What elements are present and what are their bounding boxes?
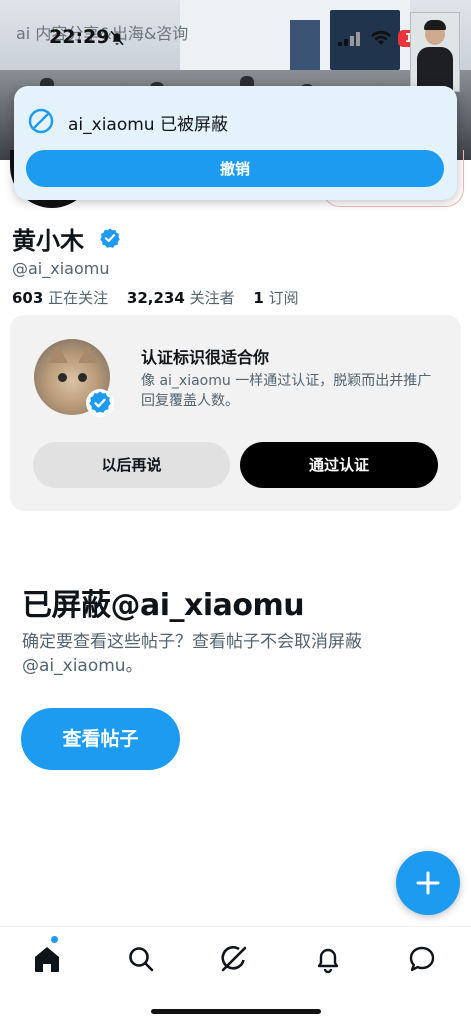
status-time: 22:29 xyxy=(49,26,110,48)
followers-stat[interactable]: 32,234 关注者 xyxy=(127,289,235,307)
cellular-signal-icon xyxy=(338,32,360,46)
thumbnail-person-body xyxy=(417,47,453,91)
thumbnail-person-hair xyxy=(424,20,446,30)
subscriptions-stat[interactable]: 1 订阅 xyxy=(253,289,298,307)
block-icon xyxy=(28,108,54,134)
subscriptions-count: 1 xyxy=(253,289,264,307)
card-description: 像 ai_xiaomu 一样通过认证，脱颖而出并推广回复覆盖人数。 xyxy=(141,373,432,409)
following-stat[interactable]: 603 正在关注 xyxy=(12,289,108,307)
get-verified-button[interactable]: 通过认证 xyxy=(240,442,438,488)
home-notification-dot xyxy=(51,936,58,943)
followers-count: 32,234 xyxy=(126,289,185,307)
verified-badge-icon xyxy=(86,389,114,417)
status-bar: 22:29 16 xyxy=(0,24,471,52)
profile-handle: @ai_xiaomu xyxy=(12,259,110,278)
card-title: 认证标识很适合你 xyxy=(141,348,270,367)
followers-label: 关注者 xyxy=(189,289,235,307)
toast-message: ai_xiaomu 已被屏蔽 xyxy=(68,115,228,135)
cat-eye xyxy=(58,373,67,382)
undo-button[interactable]: 撤销 xyxy=(26,150,444,187)
cat-eye xyxy=(78,373,87,382)
wifi-icon xyxy=(371,30,391,45)
following-label: 正在关注 xyxy=(48,289,109,307)
cat-ear xyxy=(48,345,68,363)
blocked-toast: ai_xiaomu 已被屏蔽 撤销 xyxy=(14,86,457,200)
grok-icon[interactable] xyxy=(214,939,254,979)
notifications-icon[interactable] xyxy=(308,939,348,979)
pip-video-thumbnail[interactable] xyxy=(410,12,460,92)
verified-badge-icon[interactable] xyxy=(99,227,121,249)
subscriptions-label: 订阅 xyxy=(268,289,299,307)
verification-card: 认证标识很适合你 像 ai_xiaomu 一样通过认证，脱颖而出并推广回复覆盖人… xyxy=(10,315,461,511)
blocked-description: 确定要查看这些帖子？查看帖子不会取消屏蔽 @ai_xiaomu。 xyxy=(22,632,362,676)
home-indicator xyxy=(151,1009,321,1014)
profile-name: 黄小木 xyxy=(12,227,84,255)
following-count: 603 xyxy=(12,289,44,307)
plus-icon xyxy=(416,871,440,895)
bottom-tab-bar xyxy=(0,926,471,1025)
home-icon[interactable] xyxy=(27,939,67,979)
view-posts-button[interactable]: 查看帖子 xyxy=(21,708,180,770)
compose-button[interactable] xyxy=(396,851,460,915)
search-icon[interactable] xyxy=(121,939,161,979)
profile-stats: 603 正在关注 32,234 关注者 1 订阅 xyxy=(12,287,299,308)
bell-muted-icon xyxy=(110,30,124,46)
blocked-title: 已屏蔽@ai_xiaomu xyxy=(22,588,305,623)
maybe-later-button[interactable]: 以后再说 xyxy=(33,442,230,488)
messages-icon[interactable] xyxy=(402,939,442,979)
cat-ear xyxy=(78,345,98,363)
